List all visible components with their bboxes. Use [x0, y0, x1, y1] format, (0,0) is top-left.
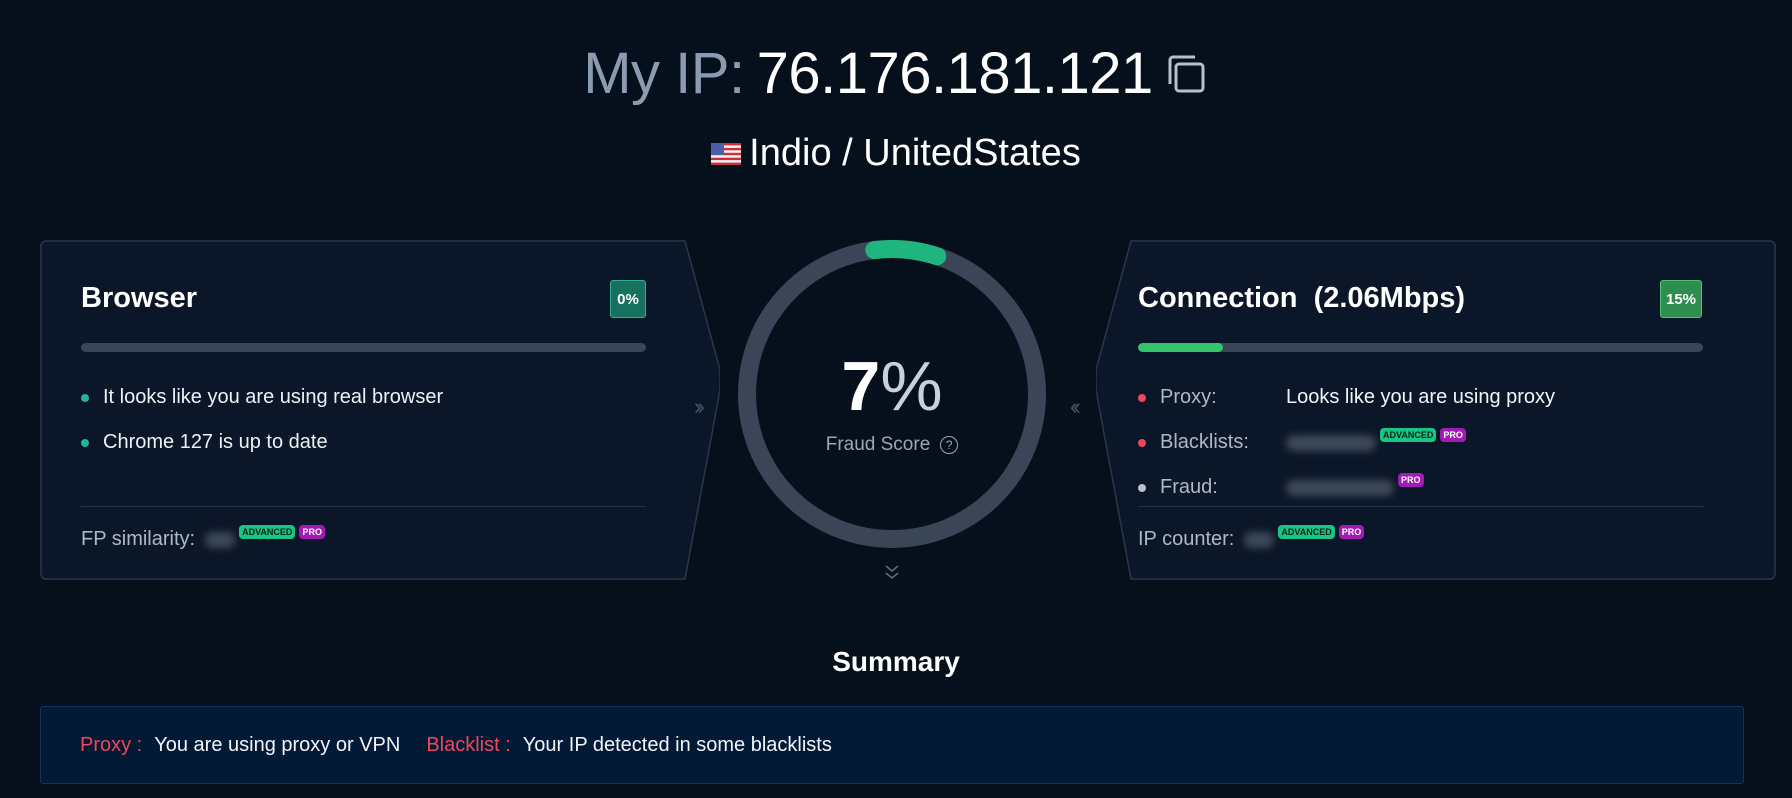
pro-tag[interactable]: PRO — [1398, 472, 1424, 487]
fraud-score-label-row: Fraud Score ? — [736, 434, 1048, 456]
blurred-value — [1244, 531, 1275, 548]
browser-info-list: It looks like you are using real browser… — [81, 375, 443, 465]
pro-tag[interactable]: PRO — [1440, 427, 1466, 442]
chevrons-left-icon: ‹‹ — [1070, 394, 1080, 419]
proxy-key: Proxy: — [1160, 386, 1217, 408]
connection-percent-badge: 15% — [1660, 280, 1702, 318]
pro-tag[interactable]: PRO — [299, 524, 325, 539]
list-item: Chrome 127 is up to date — [81, 420, 443, 465]
fraud-score-number: 7 — [841, 347, 881, 425]
help-icon[interactable]: ? — [940, 436, 959, 454]
summary-title: Summary — [832, 646, 960, 677]
blurred-value — [1286, 434, 1376, 451]
browser-card: Browser 0% It looks like you are using r… — [40, 240, 720, 580]
summary-proxy-value: You are using proxy or VPN — [154, 733, 401, 756]
status-dot — [81, 393, 89, 402]
fp-similarity-label: FP similarity: — [81, 528, 196, 550]
fraud-key: Fraud: — [1160, 476, 1218, 498]
ip-counter-label: IP counter: — [1138, 528, 1235, 550]
us-flag-icon — [711, 142, 742, 165]
connection-speed: (2.06Mbps) — [1313, 282, 1466, 314]
divider — [81, 506, 646, 507]
fp-similarity: FP similarity: ADVANCED PRO — [81, 524, 325, 551]
advanced-tag[interactable]: ADVANCED — [239, 524, 296, 539]
list-item: Blacklists: ADVANCED PRO — [1138, 420, 1555, 465]
pro-tag[interactable]: PRO — [1338, 524, 1365, 539]
copy-icon[interactable] — [1163, 51, 1209, 97]
blacklists-key: Blacklists: — [1160, 431, 1249, 453]
browser-title: Browser — [81, 282, 198, 314]
connection-title-text: Connection — [1138, 282, 1298, 314]
summary-box: Proxy : You are using proxy or VPN Black… — [40, 706, 1744, 784]
status-dot — [1138, 393, 1146, 402]
advanced-tag[interactable]: ADVANCED — [1380, 427, 1437, 442]
ip-label: My IP: — [583, 41, 745, 106]
proxy-value: Looks like you are using proxy — [1286, 386, 1556, 408]
connection-title: Connection (2.06Mbps) — [1138, 282, 1465, 315]
list-item: It looks like you are using real browser — [81, 375, 443, 420]
location: Indio / UnitedStates — [0, 132, 1792, 175]
chevrons-right-icon: ›› — [694, 394, 704, 419]
blurred-value — [205, 531, 236, 548]
connection-info-list: Proxy: Looks like you are using proxy Bl… — [1138, 375, 1555, 510]
browser-progress-bar — [81, 343, 646, 352]
ip-counter: IP counter: ADVANCED PRO — [1138, 524, 1365, 551]
list-item: Fraud: PRO — [1138, 465, 1555, 510]
summary-proxy-key: Proxy : — [80, 733, 143, 756]
status-dot — [1138, 483, 1146, 492]
list-item: Proxy: Looks like you are using proxy — [1138, 375, 1555, 420]
chevrons-down-icon[interactable] — [883, 564, 901, 582]
ip-value[interactable]: 76.176.181.121 — [757, 40, 1154, 107]
divider — [1138, 506, 1703, 507]
browser-item-text: Chrome 127 is up to date — [103, 431, 328, 453]
summary-blacklist-key: Blacklist : — [426, 733, 511, 756]
connection-progress-bar — [1138, 343, 1703, 352]
status-dot — [81, 438, 89, 447]
connection-card: Connection (2.06Mbps) 15% Proxy: Looks l… — [1096, 240, 1776, 580]
blurred-value — [1286, 479, 1394, 496]
location-text: Indio / UnitedStates — [749, 132, 1081, 174]
advanced-tag[interactable]: ADVANCED — [1278, 524, 1335, 539]
percent-sign: % — [880, 347, 943, 425]
status-dot — [1138, 438, 1146, 447]
browser-item-text: It looks like you are using real browser — [103, 386, 444, 408]
connection-progress-fill — [1138, 343, 1223, 352]
summary-blacklist-value: Your IP detected in some blacklists — [522, 733, 832, 756]
fraud-score-value: 7% — [736, 346, 1048, 426]
ip-header: My IP: 76.176.181.121 — [0, 40, 1792, 107]
browser-percent-badge: 0% — [610, 280, 646, 318]
fraud-score-label: Fraud Score — [825, 434, 931, 455]
